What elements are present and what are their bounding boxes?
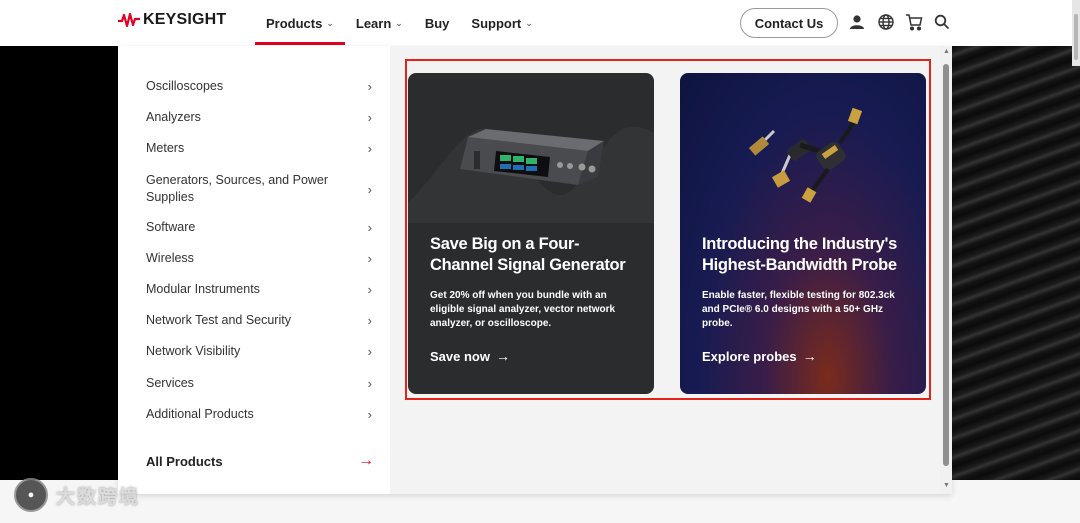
chevron-right-icon: › [367,376,372,391]
menu-item-oscilloscopes[interactable]: Oscilloscopes › [146,78,372,95]
search-icon[interactable] [933,13,951,31]
menu-item-label: Modular Instruments [146,282,260,296]
products-dropdown-panel: Oscilloscopes › Analyzers › Meters › Gen… [118,46,952,494]
keysight-wave-icon [118,12,140,28]
all-products-link[interactable]: All Products → [146,452,374,470]
chevron-down-icon: ⌄ [395,17,403,28]
nav-learn[interactable]: Learn ⌄ [345,0,414,46]
nav-products-label: Products [266,15,323,31]
keysight-logo[interactable]: KEYSIGHT [118,11,226,29]
promo-description: Get 20% off when you bundle with an elig… [430,290,616,329]
arrow-right-icon: → [358,452,374,469]
chevron-right-icon: › [367,181,372,197]
menu-item-label: Additional Products [146,407,254,421]
menu-item-label: Network Visibility [146,344,241,358]
watermark-logo-icon: ● [14,478,48,512]
contact-us-button[interactable]: Contact Us [740,8,838,38]
menu-item-analyzers[interactable]: Analyzers › [146,109,372,126]
cart-icon[interactable] [905,13,923,31]
menu-item-services[interactable]: Services › [146,375,372,392]
menu-item-label: Services [146,376,194,390]
scroll-thumb[interactable] [943,64,949,466]
nav-buy[interactable]: Buy [414,0,461,46]
promo-area: Save Big on a Four-Channel Signal Genera… [390,46,940,494]
promo-title: Introducing the Industry's Highest-Bandw… [702,235,898,274]
menu-item-generators[interactable]: Generators, Sources, and Power Supplies … [146,172,372,206]
chevron-down-icon: ⌄ [525,17,533,28]
page-scrollbar[interactable] [1072,0,1080,66]
dropdown-scrollbar[interactable]: ▲ ▼ [940,46,952,494]
watermark-text: 大数跨境 [56,486,141,508]
menu-item-label: Analyzers [146,110,201,124]
menu-item-label: Meters [146,141,185,155]
nav-products[interactable]: Products ⌄ [255,0,345,46]
chevron-right-icon: › [367,313,372,328]
nav-support-label: Support [471,15,522,31]
promo-link-label: Save now [430,348,490,364]
chevron-right-icon: › [367,110,372,125]
products-menu: Oscilloscopes › Analyzers › Meters › Gen… [118,46,390,494]
probe-image [748,107,863,203]
promo-link-label: Explore probes [702,348,797,364]
nav-learn-label: Learn [355,15,392,31]
chevron-right-icon: › [367,79,372,94]
page-background-right [952,46,1080,480]
menu-item-network-test[interactable]: Network Test and Security › [146,312,372,329]
page-background-left [0,46,118,480]
menu-item-label: Network Test and Security [146,313,291,327]
promo-title: Save Big on a Four-Channel Signal Genera… [430,235,626,274]
menu-item-label: Generators, Sources, and Power Supplies [146,173,329,204]
promo-card-signal-generator[interactable]: Save Big on a Four-Channel Signal Genera… [408,73,654,394]
scroll-down-icon[interactable]: ▼ [943,482,950,489]
nav-support[interactable]: Support ⌄ [460,0,543,46]
menu-item-meters[interactable]: Meters › [146,140,372,157]
menu-item-modular-instruments[interactable]: Modular Instruments › [146,281,372,298]
promo-card-probe[interactable]: Introducing the Industry's Highest-Bandw… [680,73,926,394]
chevron-right-icon: › [367,251,372,266]
logo-text: KEYSIGHT [143,11,227,28]
save-now-link[interactable]: Save now → [430,348,510,364]
menu-item-software[interactable]: Software › [146,219,372,236]
menu-item-label: Wireless [146,251,194,265]
chevron-right-icon: › [367,141,372,156]
chevron-right-icon: › [367,407,372,422]
promo-description: Enable faster, flexible testing for 802.… [702,290,895,329]
menu-item-wireless[interactable]: Wireless › [146,250,372,267]
arrow-right-icon: → [802,348,817,364]
menu-item-label: Oscilloscopes [146,79,224,93]
chevron-right-icon: › [367,344,372,359]
menu-item-additional-products[interactable]: Additional Products › [146,406,372,423]
menu-item-label: Software [146,220,196,234]
all-products-label: All Products [146,453,223,469]
chevron-down-icon: ⌄ [326,17,334,28]
watermark: ● 大数跨境 [14,478,140,512]
chevron-right-icon: › [367,220,372,235]
chevron-right-icon: › [367,282,372,297]
menu-item-network-visibility[interactable]: Network Visibility › [146,343,372,360]
user-icon[interactable] [848,13,866,31]
globe-icon[interactable] [877,13,895,31]
scroll-up-icon[interactable]: ▲ [943,48,950,55]
arrow-right-icon: → [495,348,510,364]
main-nav: Products ⌄ Learn ⌄ Buy Support ⌄ [255,0,544,46]
signal-generator-image [408,126,654,223]
site-header: KEYSIGHT Products ⌄ Learn ⌄ Buy Support … [0,0,1080,46]
nav-buy-label: Buy [424,15,450,31]
explore-probes-link[interactable]: Explore probes → [702,348,817,364]
